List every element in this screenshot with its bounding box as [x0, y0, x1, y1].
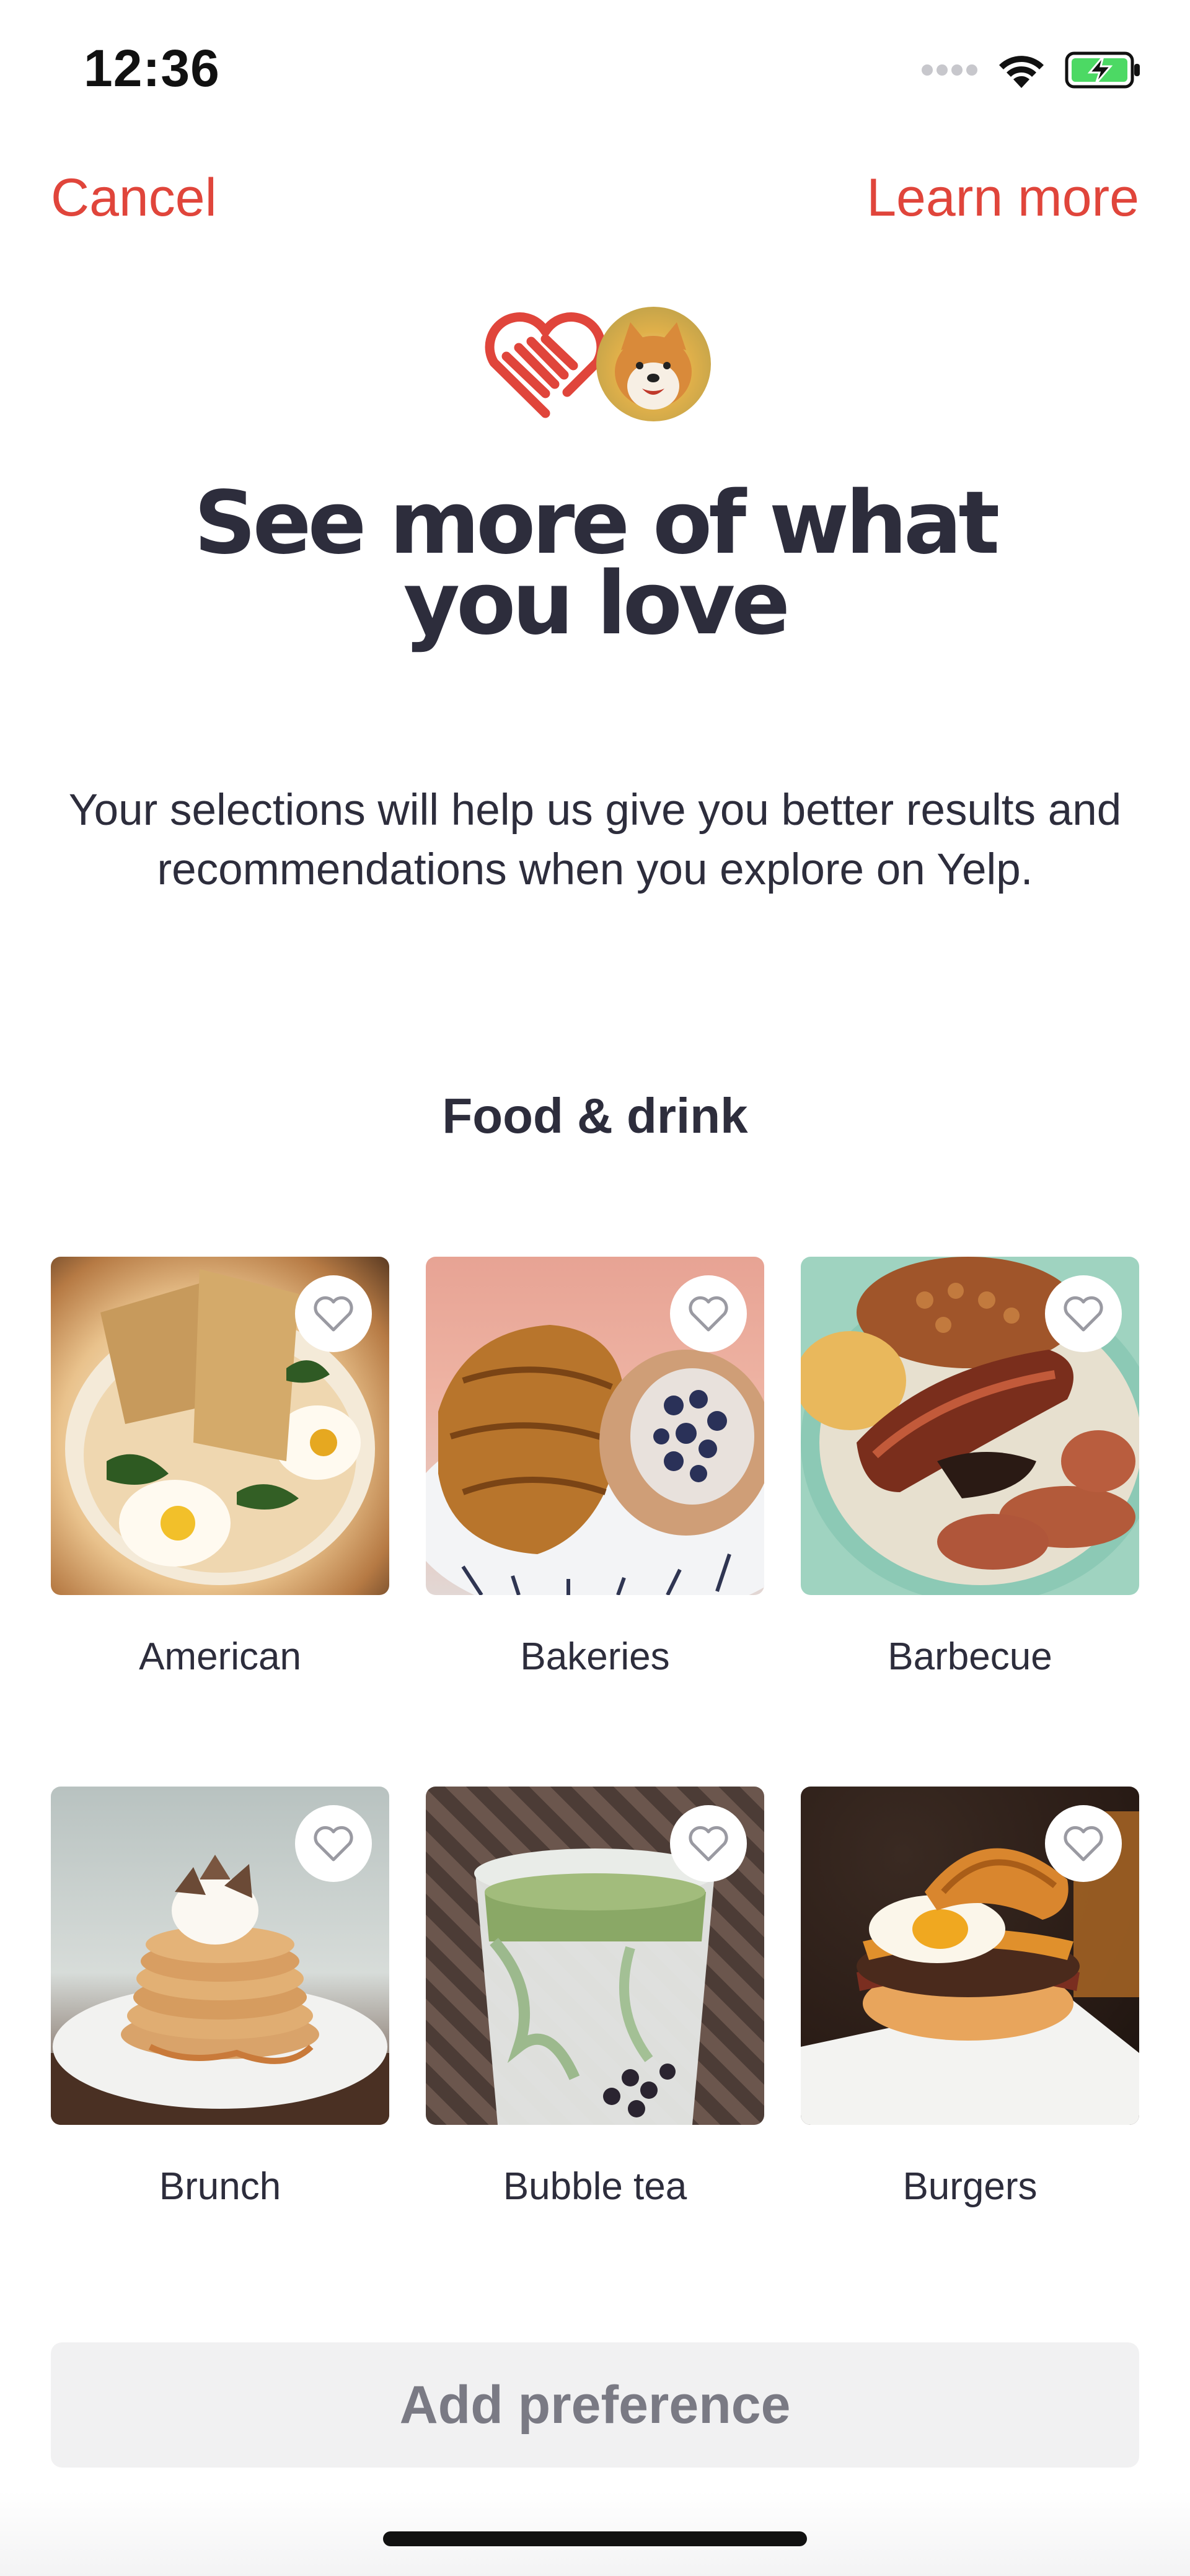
battery-charging-icon [1065, 51, 1140, 89]
category-tile-bakeries[interactable]: Bakeries [426, 1257, 764, 1678]
page-title-line2: you love [403, 553, 790, 654]
favorite-heart-button[interactable] [295, 1275, 372, 1352]
category-tile-bubble-tea[interactable]: Bubble tea [426, 1787, 764, 2208]
category-label: Barbecue [888, 1635, 1052, 1678]
page-title-line1: See more of what [193, 473, 1000, 574]
status-icons [921, 51, 1142, 89]
cancel-button[interactable]: Cancel [51, 167, 217, 229]
heart-outline-icon [689, 1826, 728, 1862]
section-title: Food & drink [442, 1088, 748, 1143]
favorite-heart-button[interactable] [295, 1805, 372, 1882]
heart-logo-icon [485, 312, 606, 418]
category-label: Brunch [159, 2165, 281, 2208]
category-tile-american[interactable]: American [51, 1257, 389, 1678]
burger-photo[interactable] [801, 1787, 1139, 2125]
status-bar: 12:36 [0, 0, 1190, 143]
favorite-heart-button[interactable] [1045, 1805, 1122, 1882]
add-preference-button[interactable]: Add preference [51, 2342, 1139, 2468]
pancakes-photo[interactable] [51, 1787, 389, 2125]
heart-outline-icon [1064, 1296, 1103, 1332]
category-label: Bakeries [520, 1635, 670, 1678]
page-title: See more of what you love [0, 473, 1190, 654]
category-tile-brunch[interactable]: Brunch [51, 1787, 389, 2208]
page-subtitle: Your selections will help us give you be… [68, 786, 1122, 894]
signal-icon [922, 64, 977, 76]
eggs-toast-photo[interactable] [51, 1257, 389, 1595]
heart-outline-icon [314, 1826, 353, 1862]
top-nav: Cancel Learn more [0, 167, 1190, 254]
category-label: Burgers [902, 2165, 1038, 2208]
hero-icons [0, 307, 1190, 431]
learn-more-button[interactable]: Learn more [866, 167, 1139, 229]
home-indicator[interactable] [383, 2531, 807, 2546]
category-label: Bubble tea [503, 2165, 687, 2208]
category-label: American [139, 1635, 301, 1678]
favorite-heart-button[interactable] [670, 1275, 747, 1352]
heart-outline-icon [314, 1296, 353, 1332]
category-tile-burgers[interactable]: Burgers [801, 1787, 1139, 2208]
dog-avatar [596, 307, 711, 421]
heart-outline-icon [689, 1296, 728, 1332]
favorite-heart-button[interactable] [1045, 1275, 1122, 1352]
heart-outline-icon [1064, 1826, 1103, 1862]
favorite-heart-button[interactable] [670, 1805, 747, 1882]
category-tile-barbecue[interactable]: Barbecue [801, 1257, 1139, 1678]
status-time: 12:36 [84, 39, 220, 97]
wifi-icon [999, 56, 1044, 88]
bbq-plate-photo[interactable] [801, 1257, 1139, 1595]
matcha-boba-photo[interactable] [426, 1787, 764, 2125]
pastries-photo[interactable] [426, 1257, 764, 1595]
